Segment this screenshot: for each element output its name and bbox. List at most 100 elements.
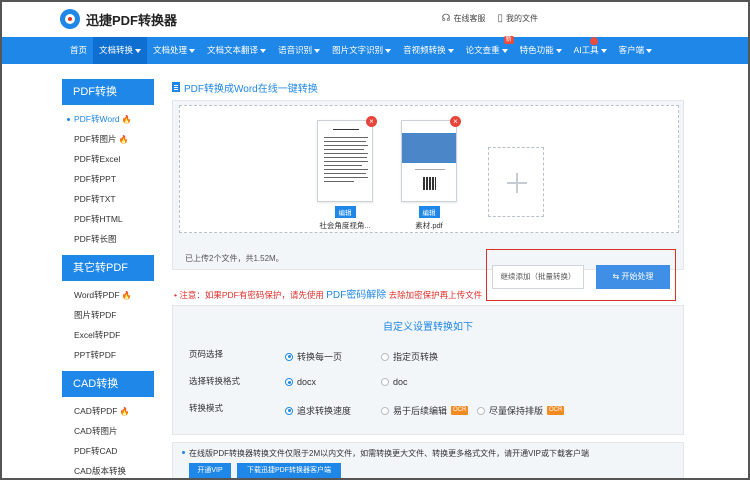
logo[interactable]: 迅捷PDF转换器 (60, 9, 177, 29)
download-client-button[interactable]: 下载迅捷PDF转换器客户端 (237, 463, 341, 478)
nav-client[interactable]: 客户端 (613, 37, 659, 64)
thumb-line (324, 177, 368, 178)
thumb-line (324, 157, 367, 158)
sidebar-item-label: PDF转Excel (74, 154, 121, 164)
nav-ocr-label: 图片文字识别 (332, 45, 384, 55)
radio-dot (285, 406, 293, 415)
hot-badge-icon (589, 37, 598, 45)
sidebar-item-pdf-to-excel[interactable]: PDF转Excel (62, 149, 154, 169)
nav-doc-convert[interactable]: 文档转换 (93, 37, 148, 64)
radio-docx[interactable]: docx (285, 377, 316, 387)
ocr-badge: OCR (547, 406, 565, 415)
sidebar-item-label: CAD转图片 (74, 426, 118, 436)
pdf-unlock-link[interactable]: PDF密码解除 (326, 290, 386, 301)
sidebar-item-cad-version[interactable]: CAD版本转换 (62, 461, 154, 480)
vip-button[interactable]: 开通VIP (189, 463, 231, 478)
sidebar-item-pdf-to-image[interactable]: PDF转图片 🔥 (62, 129, 154, 149)
radio-label: docx (297, 377, 317, 387)
radio-convert-all-pages[interactable]: 转换每一页 (285, 350, 342, 363)
radio-specific-pages[interactable]: 指定页转换 (381, 350, 438, 363)
sidebar-item-label: PDF转PPT (74, 174, 117, 184)
radio-label: 指定页转换 (393, 352, 439, 362)
nav-features[interactable]: 特色功能 (514, 37, 568, 64)
drop-zone[interactable]: × 编辑 社会角度视角... × 编辑 素材.pdf (179, 105, 679, 233)
radio-keep-layout[interactable]: 尽量保持排版 OCR (477, 404, 565, 417)
nav-plagiarism[interactable]: 论文查重新 (460, 36, 514, 64)
option-row-mode: 转换模式 (189, 401, 285, 415)
radio-dot (381, 352, 389, 361)
customer-service-link[interactable]: ☊ 在线客服 (442, 13, 486, 24)
sidebar-item-label: PDF转图片 (74, 134, 117, 144)
sidebar-section-cad: CAD转换 (62, 371, 154, 397)
option-label: 选择转换格式 (189, 376, 241, 386)
thumb-line (324, 181, 354, 182)
sidebar-item-label: Word转PDF (74, 290, 120, 300)
radio-dot (381, 406, 389, 415)
continue-add-button[interactable]: 继续添加（批量转换） (492, 265, 584, 289)
my-files-link[interactable]: ▯ 我的文件 (497, 13, 538, 24)
sidebar-item-word-to-pdf[interactable]: Word转PDF 🔥 (62, 285, 154, 305)
thumb-line (415, 169, 445, 170)
sidebar-item-label: CAD版本转换 (74, 466, 126, 476)
sidebar-item-pdf-to-long-image[interactable]: PDF转长图 (62, 229, 154, 249)
sidebar-item-cad-to-image[interactable]: CAD转图片 (62, 421, 154, 441)
chevron-down-icon (189, 48, 196, 53)
nav-ai-tools[interactable]: AI工具 (568, 37, 613, 64)
sidebar-item-pdf-to-word[interactable]: PDF转Word 🔥 (62, 109, 154, 129)
edit-file-button[interactable]: 编辑 (418, 206, 440, 218)
nav-av-label: 音视频转换 (403, 45, 446, 55)
sidebar-item-label: PDF转长图 (74, 234, 117, 244)
sidebar-item-pdf-to-txt[interactable]: PDF转TXT (62, 189, 154, 209)
thumb-line (324, 137, 368, 138)
nav-ocr[interactable]: 图片文字识别 (326, 37, 397, 64)
radio-editable[interactable]: 易于后续编辑 OCR (381, 404, 469, 417)
file-card: × 编辑 社会角度视角... (315, 116, 377, 231)
nav-doc-process-label: 文档处理 (153, 45, 188, 55)
logo-text: 迅捷PDF转换器 (86, 12, 178, 28)
nav-features-label: 特色功能 (519, 45, 554, 55)
nav-doc-process[interactable]: 文档处理 (147, 37, 201, 64)
sidebar-item-excel-to-pdf[interactable]: Excel转PDF (62, 325, 154, 345)
radio-doc[interactable]: doc (381, 377, 408, 387)
file-thumbnail[interactable] (401, 120, 457, 202)
sidebar-item-ppt-to-pdf[interactable]: PPT转PDF (62, 345, 154, 365)
nav-speech[interactable]: 语音识别 (272, 37, 326, 64)
nav-translate-label: 文档文本翻译 (207, 45, 259, 55)
qr-code-icon (423, 177, 436, 190)
nav-plagiarism-label: 论文查重 (465, 45, 500, 55)
upload-panel: × 编辑 社会角度视角... × 编辑 素材.pdf 已上传2个文件，共1.52 (172, 100, 684, 301)
page-title-text: PDF转换成Word在线一键转换 (184, 83, 318, 95)
settings-panel: 自定义设置转换如下 页码选择 转换每一页 指定页转换 选择转换格式 docx d… (172, 305, 684, 435)
nav-home[interactable]: 首页 (64, 37, 93, 64)
radio-speed[interactable]: 追求转换速度 (285, 404, 351, 417)
fire-icon: 🔥 (118, 135, 129, 144)
chevron-down-icon (314, 48, 321, 53)
remove-file-button[interactable]: × (450, 116, 461, 127)
nav-translate[interactable]: 文档文本翻译 (201, 37, 272, 64)
file-thumbnail[interactable] (317, 120, 373, 202)
sidebar-item-label: PPT转PDF (74, 350, 117, 360)
sidebar-item-pdf-to-cad[interactable]: PDF转CAD (62, 441, 154, 461)
sidebar-item-pdf-to-ppt[interactable]: PDF转PPT (62, 169, 154, 189)
chevron-down-icon (260, 48, 267, 53)
sidebar-item-image-to-pdf[interactable]: 图片转PDF (62, 305, 154, 325)
upload-status: 已上传2个文件，共1.52M。 (185, 254, 284, 263)
thumb-line (324, 165, 362, 166)
edit-file-button[interactable]: 编辑 (334, 206, 356, 218)
nav-ai-tools-label: AI工具 (573, 45, 599, 55)
add-file-button[interactable] (488, 147, 544, 217)
option-row-page: 页码选择 (189, 347, 285, 361)
limit-notice-panel: 在线版PDF转换器转换文件仅限于2M以内文件，如需转换更大文件、转换更多格式文件… (172, 442, 684, 480)
chevron-down-icon (555, 48, 562, 53)
file-name: 素材.pdf (415, 221, 443, 230)
thumb-line (324, 149, 364, 150)
file-icon: ▯ (497, 13, 503, 24)
sidebar-list-pdf-convert: PDF转Word 🔥 PDF转图片 🔥 PDF转Excel PDF转PPT PDF转… (62, 105, 154, 255)
start-process-button[interactable]: ⇆ 开始处理 (596, 265, 670, 289)
remove-file-button[interactable]: × (366, 116, 377, 127)
notice-prefix: 注意：如果PDF有密码保护，请先使用 (179, 290, 324, 300)
sidebar-item-cad-to-pdf[interactable]: CAD转PDF 🔥 (62, 401, 154, 421)
sidebar-list-cad: CAD转PDF 🔥 CAD转图片 PDF转CAD CAD版本转换 (62, 397, 154, 480)
sidebar-item-pdf-to-html[interactable]: PDF转HTML (62, 209, 154, 229)
nav-av[interactable]: 音视频转换 (397, 37, 460, 64)
